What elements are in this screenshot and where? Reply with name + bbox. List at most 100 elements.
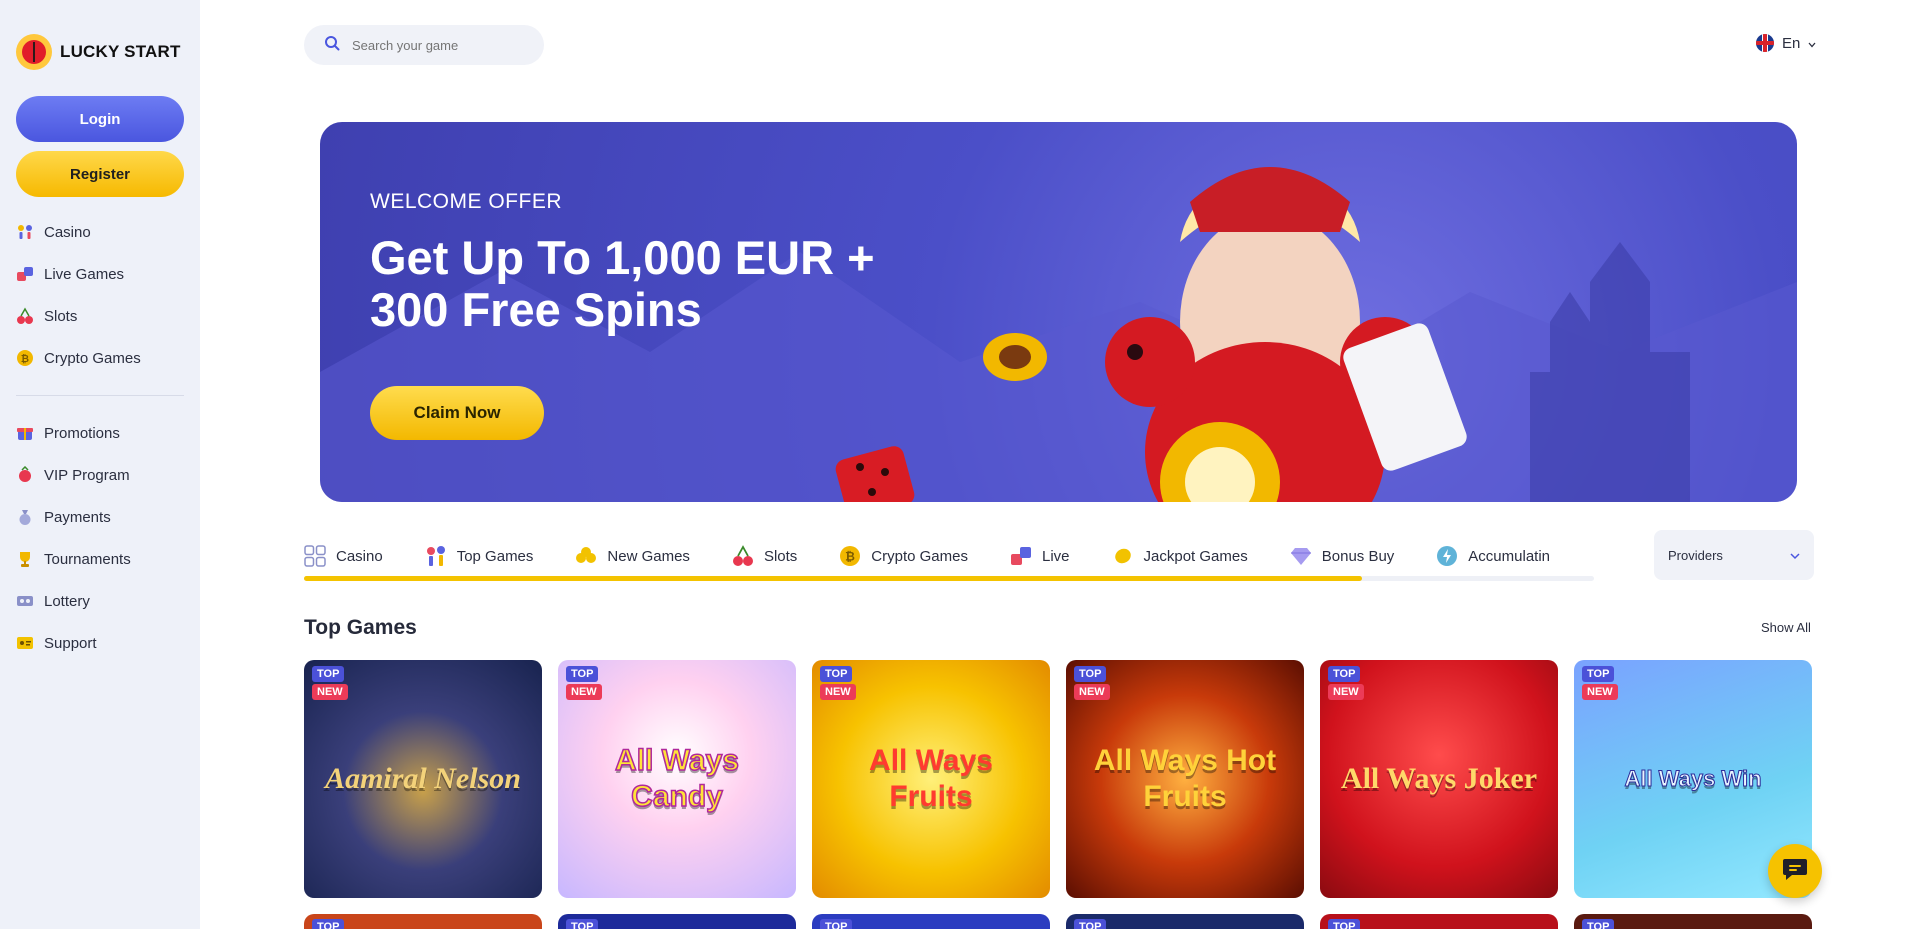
sidebar-nav: Casino Live Games Slots ₿ Crypto Games P… [16, 211, 184, 664]
category-tabs: Casino Top Games New Games Slots ₿ Crypt… [304, 530, 1594, 582]
game-title: All Ways Fruits [869, 744, 993, 813]
lightning-icon [1436, 545, 1458, 567]
tab-bonus-buy[interactable]: Bonus Buy [1290, 545, 1395, 567]
trophy-icon [16, 550, 34, 568]
sidebar-item-label: Tournaments [44, 550, 131, 568]
top-badge: TOP [1582, 666, 1615, 682]
tab-new-games[interactable]: New Games [575, 545, 690, 567]
tab-label: Slots [763, 547, 798, 565]
show-all-link[interactable]: Show All [1761, 620, 1811, 635]
sidebar-item-label: Payments [44, 508, 111, 526]
tab-accumulating[interactable]: Accumulatin [1436, 545, 1550, 567]
game-card-partial[interactable]: TOP [558, 914, 796, 929]
top-badge: TOP [1582, 919, 1615, 929]
register-button[interactable]: Register [16, 151, 184, 197]
tab-label: Crypto Games [871, 547, 968, 565]
chat-support-button[interactable] [1768, 844, 1822, 898]
sidebar-item-live-games[interactable]: Live Games [16, 253, 184, 295]
new-badge: NEW [1582, 684, 1618, 700]
top-badge: TOP [820, 919, 853, 929]
live-games-icon [16, 265, 34, 283]
game-card[interactable]: TOP NEW All Ways Candy [558, 660, 796, 898]
tab-live[interactable]: Live [1010, 545, 1070, 567]
claim-now-button[interactable]: Claim Now [370, 386, 544, 440]
language-selector[interactable]: En [1756, 34, 1816, 52]
live-icon [1010, 545, 1032, 567]
sidebar-item-label: Promotions [44, 424, 120, 442]
search-bar[interactable] [304, 25, 544, 65]
svg-text:₿: ₿ [845, 550, 855, 564]
tab-label: Live [1042, 547, 1070, 565]
top-badge: TOP [312, 919, 345, 929]
banner-title: Get Up To 1,000 EUR + 300 Free Spins [370, 231, 875, 336]
game-card-partial[interactable]: TOP [1066, 914, 1304, 929]
tab-jackpot-games[interactable]: Jackpot Games [1112, 545, 1248, 567]
new-badge: NEW [1328, 684, 1364, 700]
sidebar-item-label: Live Games [44, 265, 125, 283]
login-button[interactable]: Login [16, 96, 184, 142]
sidebar-item-support[interactable]: Support [16, 622, 184, 664]
brand-logo[interactable]: LUCKY START [16, 30, 184, 74]
top-badge: TOP [1074, 666, 1107, 682]
providers-dropdown[interactable]: Providers [1654, 530, 1814, 580]
chevron-down-icon [1808, 35, 1816, 52]
tab-top-games[interactable]: Top Games [425, 545, 534, 567]
game-card[interactable]: TOP NEW All Ways Fruits [812, 660, 1050, 898]
search-icon [324, 35, 340, 56]
ticket-icon [16, 592, 34, 610]
new-badge: NEW [820, 684, 856, 700]
bitcoin-icon: ₿ [839, 545, 861, 567]
sidebar-item-label: VIP Program [44, 466, 130, 484]
banner-subtitle: WELCOME OFFER [370, 190, 563, 213]
gift-icon [16, 424, 34, 442]
jackpot-icon [1112, 545, 1134, 567]
sidebar-item-tournaments[interactable]: Tournaments [16, 538, 184, 580]
sidebar-item-label: Lottery [44, 592, 90, 610]
tab-label: Casino [336, 547, 383, 565]
search-input[interactable] [352, 37, 522, 53]
tab-slots[interactable]: Slots [732, 545, 797, 567]
new-badge: NEW [566, 684, 602, 700]
game-card[interactable]: TOP NEW All Ways Hot Fruits [1066, 660, 1304, 898]
game-title: Aamiral Nelson [325, 762, 521, 795]
top-badge: TOP [566, 666, 599, 682]
welcome-banner: WELCOME OFFER Get Up To 1,000 EUR + 300 … [320, 122, 1797, 502]
sidebar-item-label: Casino [44, 223, 91, 241]
tab-label: Top Games [456, 547, 534, 565]
sidebar-item-slots[interactable]: Slots [16, 295, 184, 337]
sidebar-divider [16, 395, 184, 396]
game-card[interactable]: TOP NEW Aamiral Nelson [304, 660, 542, 898]
tab-label: Jackpot Games [1143, 547, 1248, 565]
new-badge: NEW [1074, 684, 1110, 700]
sidebar-item-promotions[interactable]: Promotions [16, 412, 184, 454]
sidebar-item-label: Crypto Games [44, 349, 141, 367]
tab-label: Accumulatin [1468, 547, 1550, 565]
sidebar-item-payments[interactable]: Payments [16, 496, 184, 538]
game-card-partial[interactable]: TOP [812, 914, 1050, 929]
top-games-icon [425, 545, 447, 567]
game-title: All Ways Joker [1340, 762, 1538, 795]
game-card-partial[interactable]: TOP [304, 914, 542, 929]
sidebar-item-vip-program[interactable]: VIP Program [16, 454, 184, 496]
tab-crypto-games[interactable]: ₿ Crypto Games [839, 545, 968, 567]
money-bag-icon [16, 508, 34, 526]
tabs-scrollbar-thumb[interactable] [304, 576, 1362, 581]
uk-flag-icon [1756, 34, 1774, 52]
top-badge: TOP [820, 666, 853, 682]
sidebar-item-lottery[interactable]: Lottery [16, 580, 184, 622]
game-grid: TOP NEW Aamiral Nelson TOP NEW All Ways … [304, 660, 1814, 929]
tab-label: Bonus Buy [1321, 547, 1395, 565]
bitcoin-icon: ₿ [16, 349, 34, 367]
game-card-partial[interactable]: TOP [1574, 914, 1812, 929]
game-card[interactable]: TOP NEW All Ways Joker [1320, 660, 1558, 898]
tabs-scrollbar[interactable] [304, 576, 1594, 581]
game-title: All Ways Candy [614, 743, 739, 814]
vip-icon [16, 466, 34, 484]
game-card-partial[interactable]: TOP [1320, 914, 1558, 929]
casino-icon [16, 223, 34, 241]
tab-casino[interactable]: Casino [304, 545, 383, 567]
sidebar-item-casino[interactable]: Casino [16, 211, 184, 253]
top-badge: TOP [566, 919, 599, 929]
sidebar-item-crypto-games[interactable]: ₿ Crypto Games [16, 337, 184, 379]
sidebar-item-label: Support [44, 634, 97, 652]
